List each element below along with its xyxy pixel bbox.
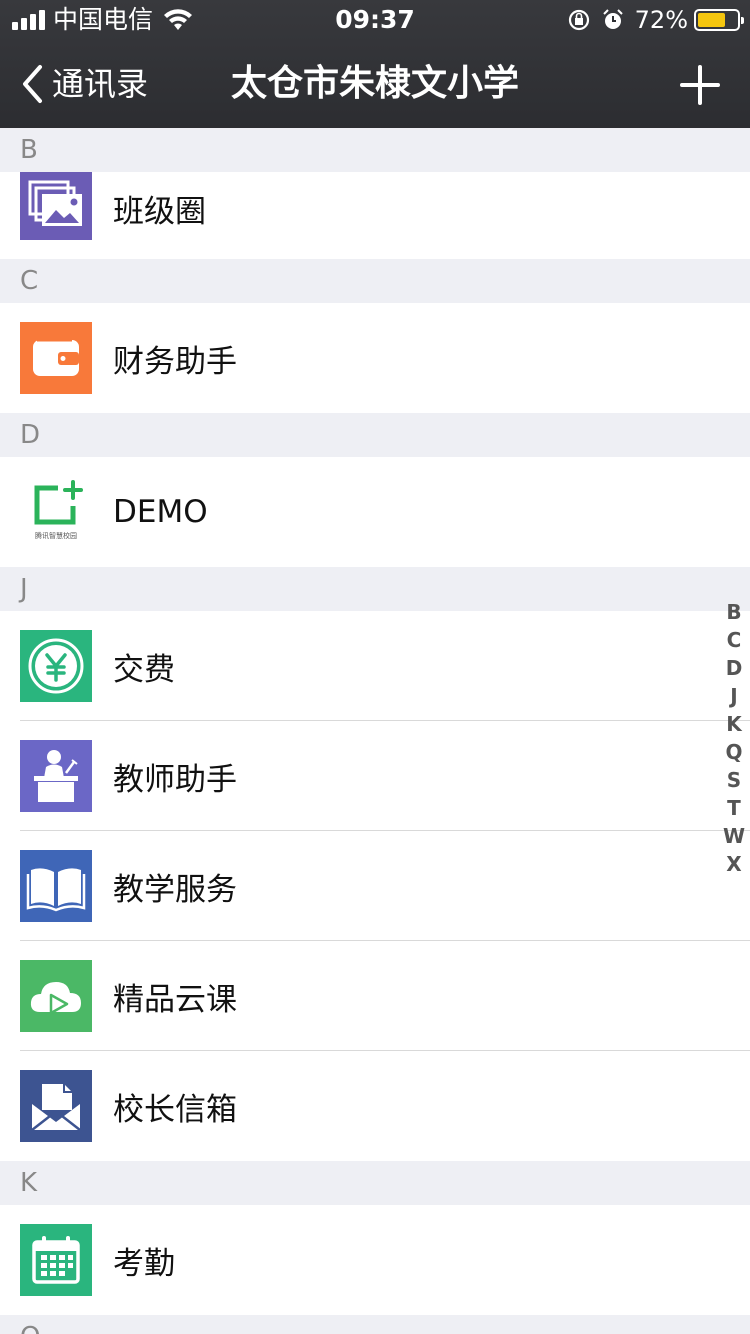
- section-header-q: Q: [0, 1315, 750, 1334]
- list-item-payment[interactable]: 交费: [0, 611, 750, 721]
- teacher-icon: [20, 740, 92, 812]
- list-item-class-circle[interactable]: 班级圈: [0, 172, 750, 259]
- cloud-play-icon: [20, 960, 92, 1032]
- list-item-label: 班级圈: [113, 194, 206, 230]
- wallet-icon: [20, 322, 92, 394]
- open-book-icon: [20, 850, 92, 922]
- mailbox-icon: [20, 1070, 92, 1142]
- status-bar: 中国电信 09:37 72%: [0, 0, 750, 40]
- plus-icon[interactable]: [680, 65, 720, 105]
- section-header-b: B: [0, 128, 750, 172]
- index-letter-c[interactable]: C: [718, 626, 750, 654]
- index-letter-x[interactable]: X: [718, 850, 750, 878]
- yuan-coin-icon: [20, 630, 92, 702]
- list-item-label: 交费: [113, 651, 175, 688]
- list-item-teacher-assistant[interactable]: 教师助手: [0, 721, 750, 831]
- top-bar: 中国电信 09:37 72% 通讯录 太仓市朱棣文小学: [0, 0, 750, 128]
- page-title: 太仓市朱棣文小学: [230, 63, 519, 104]
- battery-percentage: 72%: [634, 6, 688, 34]
- rotation-lock-icon: [568, 9, 589, 31]
- demo-logo-icon: 腾讯智慧校园: [20, 476, 92, 548]
- list-item-teaching-service[interactable]: 教学服务: [0, 831, 750, 941]
- list-item-label: 教师助手: [113, 761, 237, 798]
- list-item-label: 财务助手: [113, 343, 237, 380]
- index-letter-s[interactable]: S: [718, 766, 750, 794]
- section-header-c: C: [0, 259, 750, 303]
- navigation-bar: 通讯录 太仓市朱棣文小学: [0, 40, 750, 128]
- list-item-attendance[interactable]: 考勤: [0, 1205, 750, 1315]
- back-label: 通讯录: [52, 65, 149, 103]
- back-button[interactable]: 通讯录: [20, 60, 148, 108]
- list-item-label: 教学服务: [113, 871, 237, 908]
- list-item-label: 精品云课: [113, 981, 237, 1018]
- photo-gallery-icon: [20, 172, 92, 240]
- list-item-principal-mailbox[interactable]: 校长信箱: [0, 1051, 750, 1161]
- list-item-premium-cloud-class[interactable]: 精品云课: [0, 941, 750, 1051]
- section-header-d: D: [0, 413, 750, 457]
- app-list: B 班级圈 C 财务助手 D 腾讯智慧校园 DEMO J 交费 教师助手 教学服…: [0, 128, 750, 1334]
- list-item-demo[interactable]: 腾讯智慧校园 DEMO: [0, 457, 750, 567]
- section-header-k: K: [0, 1161, 750, 1205]
- svg-text:腾讯智慧校园: 腾讯智慧校园: [35, 531, 77, 540]
- index-letter-t[interactable]: T: [718, 794, 750, 822]
- battery-icon: [694, 9, 744, 31]
- alphabet-index: B C D J K Q S T W X: [718, 598, 750, 878]
- list-item-label: 校长信箱: [113, 1091, 237, 1128]
- list-item-label: DEMO: [113, 494, 208, 530]
- section-header-j: J: [0, 567, 750, 611]
- alarm-icon: [602, 9, 623, 29]
- index-letter-b[interactable]: B: [718, 598, 750, 626]
- index-letter-q[interactable]: Q: [718, 738, 750, 766]
- calendar-icon: [20, 1224, 92, 1296]
- list-item-label: 考勤: [113, 1245, 175, 1282]
- index-letter-j[interactable]: J: [718, 682, 750, 710]
- chevron-left-icon: [23, 65, 42, 103]
- index-letter-k[interactable]: K: [718, 710, 750, 738]
- index-letter-w[interactable]: W: [718, 822, 750, 850]
- index-letter-d[interactable]: D: [718, 654, 750, 682]
- list-item-finance-assistant[interactable]: 财务助手: [0, 303, 750, 413]
